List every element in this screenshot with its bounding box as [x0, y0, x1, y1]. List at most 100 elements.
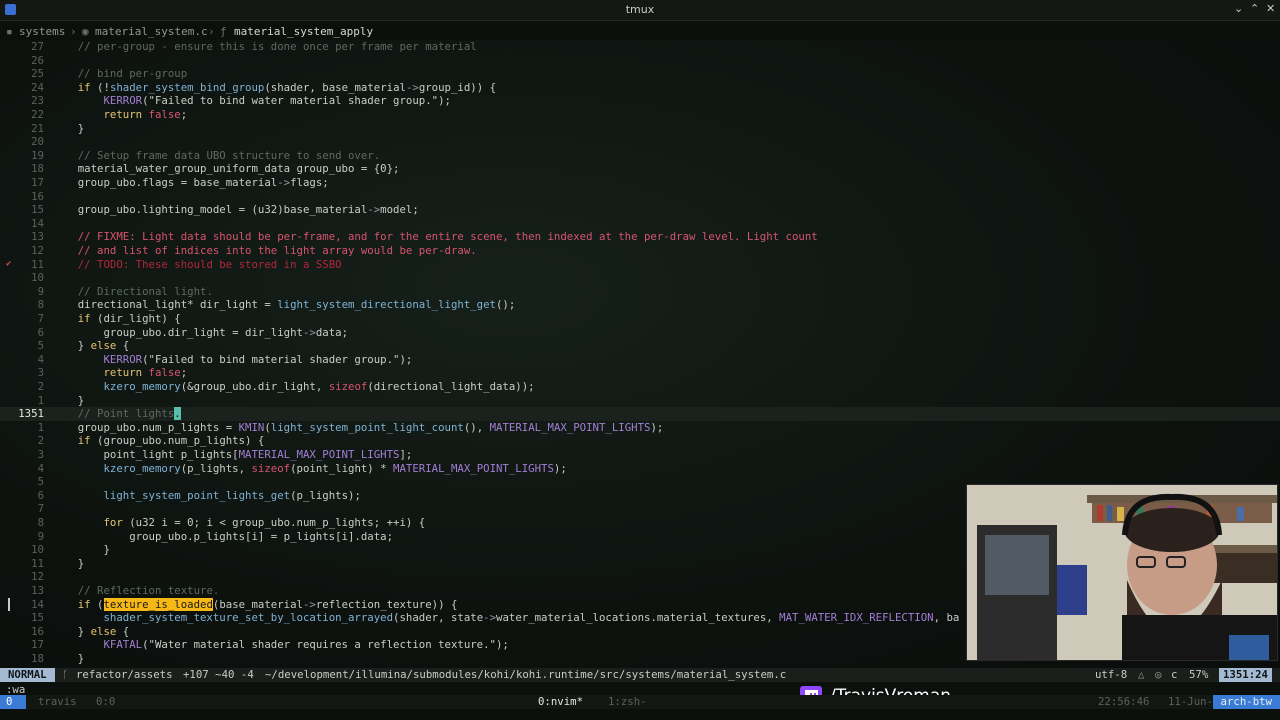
code-line[interactable]: 9 // Directional light.	[0, 285, 1280, 299]
code-text: // FIXME: Light data should be per-frame…	[77, 230, 818, 244]
git-diff-stats: +107 ~40 -4	[183, 668, 254, 681]
line-number: 15	[31, 203, 44, 217]
line-number: 4	[37, 461, 44, 475]
code-line[interactable]: 4 kzero_memory(p_lights, sizeof(point_li…	[0, 462, 1280, 476]
code-line[interactable]: 5 } else {	[0, 339, 1280, 353]
code-text: // Directional light.	[77, 284, 213, 298]
line-number: 12	[31, 570, 44, 584]
mode-indicator: NORMAL	[0, 668, 55, 682]
code-line[interactable]: 13 // FIXME: Light data should be per-fr…	[0, 230, 1280, 244]
filetype: c	[1171, 668, 1178, 681]
line-number: 8	[37, 298, 44, 312]
line-number: 22	[31, 108, 44, 121]
code-text: group_ubo.lighting_model = (u32)base_mat…	[52, 203, 419, 217]
code-line[interactable]: 8 directional_light* dir_light = light_s…	[0, 298, 1280, 312]
code-line[interactable]: 10	[0, 271, 1280, 285]
code-line[interactable]: 18 material_water_group_uniform_data gro…	[0, 162, 1280, 176]
file-path: ~/development/illumina/submodules/kohi/k…	[265, 668, 787, 681]
code-text: for (u32 i = 0; i < group_ubo.num_p_ligh…	[103, 516, 426, 529]
close-icon[interactable]: ✕	[1266, 2, 1275, 15]
code-line[interactable]: 7 if (dir_light) {	[0, 312, 1280, 326]
line-number: 2	[37, 380, 44, 393]
tmux-pane: 0:0	[96, 695, 116, 708]
code-text: // per-group - ensure this is done once …	[77, 40, 477, 53]
code-text: if (dir_light) {	[77, 312, 181, 325]
breadcrumb-folder[interactable]: systems	[19, 25, 65, 38]
code-line[interactable]: 1 }	[0, 394, 1280, 408]
line-number: 18	[31, 652, 44, 665]
code-line[interactable]: 17 group_ubo.flags = base_material->flag…	[0, 176, 1280, 190]
code-text: shader_system_texture_set_by_location_ar…	[103, 611, 960, 625]
code-line[interactable]: 24 if (!shader_system_bind_group(shader,…	[0, 81, 1280, 95]
line-number: 3	[37, 448, 44, 461]
git-branch: refactor/assets	[76, 668, 173, 681]
code-line[interactable]: 2 kzero_memory(&group_ubo.dir_light, siz…	[0, 380, 1280, 394]
breadcrumb: ▪ systems › ◉ material_system.c › ƒ mate…	[0, 24, 1280, 40]
code-line[interactable]: 21 }	[0, 122, 1280, 136]
line-number: 21	[31, 121, 44, 135]
code-line-current[interactable]: 1351 // Point lights.	[0, 407, 1280, 421]
code-line[interactable]: 2 if (group_ubo.num_p_lights) {	[0, 434, 1280, 448]
tmux-window-nvim[interactable]: 0:nvim*	[538, 695, 583, 709]
code-text: group_ubo.dir_light = dir_light->data;	[52, 325, 349, 339]
code-text: // Setup frame data UBO structure to sen…	[77, 148, 381, 162]
code-text: // and list of indices into the light ar…	[77, 244, 477, 257]
chevron-right-icon: ›	[208, 25, 215, 38]
code-text: KERROR("Failed to bind material shader g…	[103, 352, 413, 366]
tmux-hostname: arch-btw	[1212, 695, 1280, 709]
tmux-window-zsh[interactable]: 1:zsh-	[608, 695, 647, 709]
code-text: group_ubo.flags = base_material->flags;	[52, 176, 329, 189]
line-number: 23	[31, 94, 44, 108]
breadcrumb-file[interactable]: material_system.c	[95, 25, 208, 38]
line-number: 7	[37, 312, 44, 325]
code-text: KERROR("Failed to bind water material sh…	[103, 94, 451, 108]
code-line[interactable]: 25 // bind per-group	[0, 67, 1280, 81]
c-file-icon: ◉	[82, 25, 89, 38]
line-number: 1	[37, 420, 44, 434]
code-text: kzero_memory(&group_ubo.dir_light, sizeo…	[103, 380, 535, 393]
line-number: 15	[31, 611, 44, 625]
line-number: 9	[37, 529, 44, 543]
code-line[interactable]: 4 KERROR("Failed to bind material shader…	[0, 353, 1280, 367]
breadcrumb-function[interactable]: material_system_apply	[234, 25, 373, 38]
line-number: 25	[31, 67, 44, 81]
code-text: if (group_ubo.num_p_lights) {	[77, 434, 265, 448]
maximize-icon[interactable]: ⌃	[1250, 2, 1259, 15]
folder-icon: ▪	[6, 25, 13, 38]
code-text: // Reflection texture.	[77, 584, 220, 597]
line-number: 8	[37, 516, 44, 529]
code-line[interactable]: 16	[0, 190, 1280, 204]
code-text: if (!shader_system_bind_group(shader, ba…	[77, 80, 497, 94]
code-text: group_ubo.num_p_lights = KMIN(light_syst…	[52, 420, 664, 434]
code-line[interactable]: 3 point_light p_lights[MATERIAL_MAX_POIN…	[0, 448, 1280, 462]
code-line[interactable]: 6 group_ubo.dir_light = dir_light->data;	[0, 326, 1280, 340]
code-text: }	[52, 393, 85, 407]
line-number: 20	[31, 135, 44, 149]
code-line[interactable]: 26	[0, 54, 1280, 68]
line-number: 13	[31, 584, 44, 597]
code-text: }	[52, 652, 85, 665]
code-line[interactable]: 22 return false;	[0, 108, 1280, 122]
tmux-session-name: travis	[38, 695, 77, 708]
window-title: tmux	[625, 3, 655, 16]
code-text: // bind per-group	[77, 67, 188, 81]
line-number: 18	[31, 162, 44, 176]
file-encoding: utf-8	[1095, 668, 1128, 681]
code-line[interactable]: 1 group_ubo.num_p_lights = KMIN(light_sy…	[0, 421, 1280, 435]
code-text: group_ubo.p_lights[i] = p_lights[i].data…	[52, 529, 394, 543]
code-line[interactable]: 27 // per-group - ensure this is done on…	[0, 40, 1280, 54]
code-line[interactable]: 23 KERROR("Failed to bind water material…	[0, 94, 1280, 108]
code-text: } else {	[52, 339, 130, 353]
code-text: }	[52, 121, 85, 135]
code-line[interactable]: 3 return false;	[0, 366, 1280, 380]
code-line[interactable]: 19 // Setup frame data UBO structure to …	[0, 149, 1280, 163]
line-number: 5	[37, 475, 44, 489]
statusline: NORMAL ᚴ refactor/assets +107 ~40 -4 ~/d…	[0, 668, 1280, 682]
code-line[interactable]: 11 ✔ // TODO: These should be stored in a…	[0, 258, 1280, 272]
code-line[interactable]: 15 group_ubo.lighting_model = (u32)base_…	[0, 203, 1280, 217]
code-line[interactable]: 12 // and list of indices into the light…	[0, 244, 1280, 258]
code-line[interactable]: 14	[0, 217, 1280, 231]
minimize-icon[interactable]: ⌄	[1234, 2, 1243, 15]
line-number: 16	[31, 624, 44, 638]
code-line[interactable]: 20	[0, 135, 1280, 149]
